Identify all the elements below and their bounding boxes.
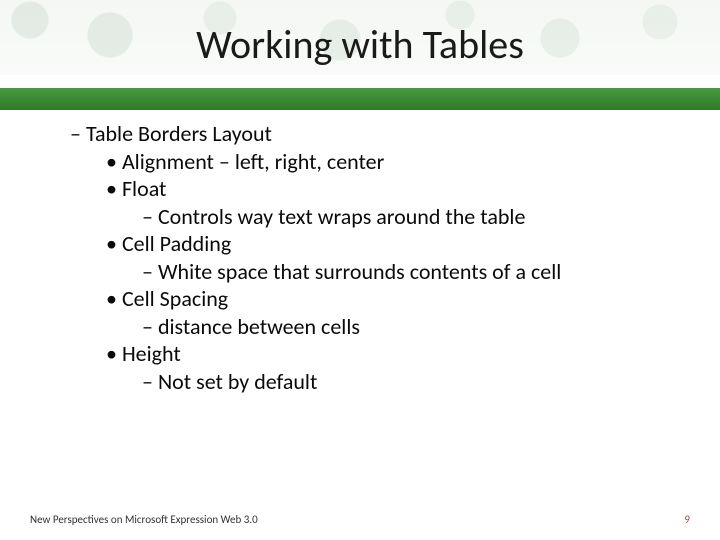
- bullet-subitem: White space that surrounds contents of a…: [142, 258, 680, 286]
- slide-title: Working with Tables: [0, 20, 720, 69]
- bullet-item: Alignment – left, right, center: [106, 148, 680, 176]
- bullet-item-text: Height: [122, 340, 181, 367]
- bullet-item: Height: [106, 340, 680, 368]
- bullet-item: Cell Padding: [106, 230, 680, 258]
- footer-source: New Perspectives on Microsoft Expression…: [30, 513, 258, 526]
- bullet-subitem-text: Controls way text wraps around the table: [158, 203, 525, 230]
- bullet-subitem-text: distance between cells: [158, 313, 360, 340]
- bullet-heading: Table Borders Layout: [70, 120, 680, 148]
- slide-body: Table Borders Layout Alignment – left, r…: [70, 120, 680, 395]
- bullet-item-text: Cell Spacing: [122, 285, 228, 312]
- bullet-subitem-text: White space that surrounds contents of a…: [158, 258, 561, 285]
- bullet-item: Cell Spacing: [106, 285, 680, 313]
- bullet-item: Float: [106, 175, 680, 203]
- bullet-subitem: Not set by default: [142, 368, 680, 396]
- bullet-subitem-text: Not set by default: [158, 368, 317, 395]
- footer-page-number: 9: [684, 513, 690, 526]
- bullet-subitem: distance between cells: [142, 313, 680, 341]
- bullet-subitem: Controls way text wraps around the table: [142, 203, 680, 231]
- bullet-item-text: Alignment – left, right, center: [122, 148, 384, 175]
- title-underline-bar: [0, 88, 720, 110]
- bullet-heading-text: Table Borders Layout: [86, 120, 272, 147]
- bullet-item-text: Float: [122, 175, 166, 202]
- bullet-item-text: Cell Padding: [122, 230, 231, 257]
